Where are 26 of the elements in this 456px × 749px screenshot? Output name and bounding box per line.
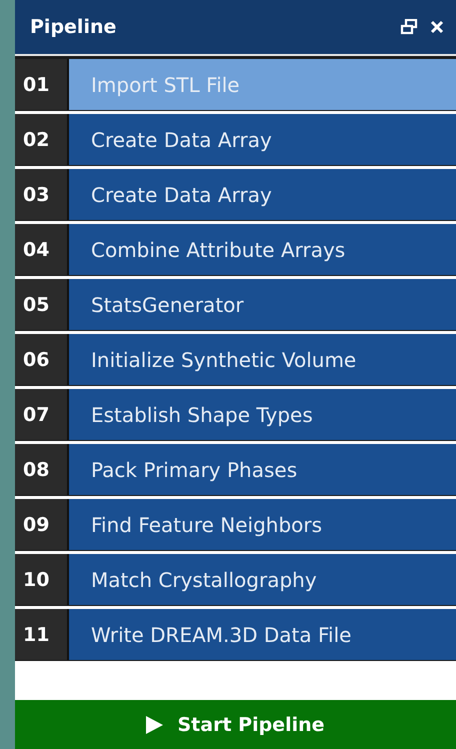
filter-item[interactable]: Create Data Array: [69, 114, 456, 165]
filter-item[interactable]: Match Crystallography: [69, 554, 456, 605]
filter-index: 02: [15, 114, 69, 165]
start-pipeline-button[interactable]: Start Pipeline: [15, 700, 456, 749]
filter-index: 03: [15, 169, 69, 220]
filter-item[interactable]: Create Data Array: [69, 169, 456, 220]
filter-item[interactable]: Find Feature Neighbors: [69, 499, 456, 550]
filter-item[interactable]: StatsGenerator: [69, 279, 456, 330]
filter-index: 01: [15, 59, 69, 110]
filter-index: 07: [15, 389, 69, 440]
close-icon[interactable]: [430, 20, 444, 34]
filter-item[interactable]: Combine Attribute Arrays: [69, 224, 456, 275]
filter-index: 09: [15, 499, 69, 550]
float-icon[interactable]: [400, 19, 418, 35]
filter-item[interactable]: Pack Primary Phases: [69, 444, 456, 495]
filter-index: 11: [15, 609, 69, 660]
filter-index: 04: [15, 224, 69, 275]
filter-item[interactable]: Establish Shape Types: [69, 389, 456, 440]
play-icon: [146, 716, 164, 734]
filter-index: 06: [15, 334, 69, 385]
filter-item[interactable]: Initialize Synthetic Volume: [69, 334, 456, 385]
filter-index: 10: [15, 554, 69, 605]
panel-title: Pipeline: [30, 16, 118, 38]
filter-index: 05: [15, 279, 69, 330]
filter-item[interactable]: Write DREAM.3D Data File: [69, 609, 456, 660]
filter-index: 08: [15, 444, 69, 495]
